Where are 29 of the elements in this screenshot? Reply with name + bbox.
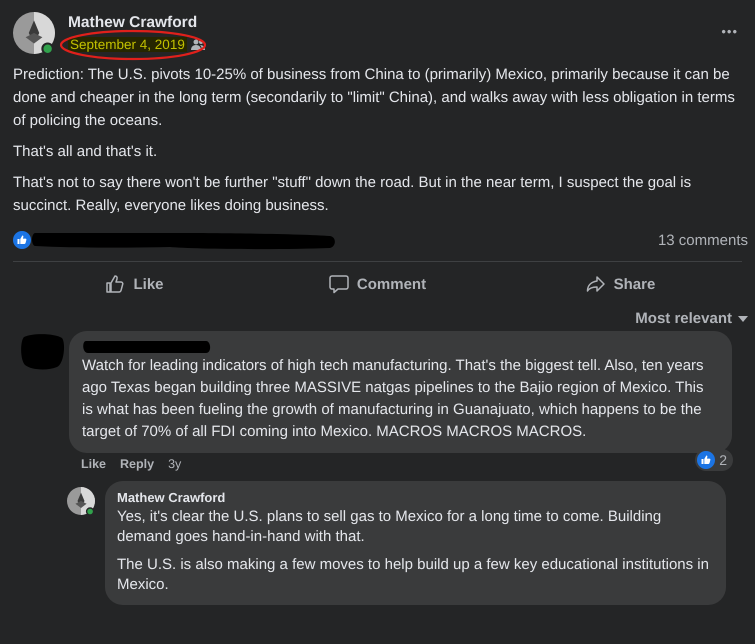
like-icon[interactable] (13, 231, 31, 249)
reaction-badge[interactable]: 2 (695, 449, 733, 471)
speech-bubble-icon (328, 274, 349, 294)
caret-icon (738, 316, 748, 322)
reaction-count: 2 (719, 452, 727, 468)
share-arrow-icon (586, 274, 606, 294)
post-text: Prediction: The U.S. pivots 10-25% of business from China to (primarily) Mexico, primarily because it can be done and cheaper in the long term (secondarily to "limit" China), and walks away with less obligation in terms of policing the oceans. (13, 65, 736, 131)
comment-action-link[interactable]: Reply (120, 457, 154, 471)
like-icon (697, 451, 716, 469)
more-options-button[interactable]: ••• (721, 24, 738, 39)
post-text: That's all and that's it. (13, 142, 158, 162)
avatar[interactable] (67, 487, 95, 515)
reply-text: Yes, it's clear the U.S. plans to sell gas to Mexico for a long time to come. Building demand goes hand-in-hand with that. (117, 507, 662, 547)
thumbs-up-icon (105, 274, 126, 294)
comment-action-link[interactable]: Like (81, 457, 106, 471)
reply-text: The U.S. is also making a few moves to help build up a few key educational institutions in Mexico. (117, 555, 710, 595)
comment-button[interactable]: Comment (256, 266, 499, 302)
comment-text: Watch for leading indicators of high tech manufacturing. That's the biggest tell. Also, ten years ago Texas began building three MASSIVE natgas pipelines to the Bajio region of Mexico. This is what has been fueling the growth of manufacturing in Guanajuato, which happens to be the target of 70% of all FDI coming into Mexico. MACROS MACROS MACROS. (82, 356, 705, 442)
author-name[interactable]: Mathew Crawford (68, 14, 205, 32)
like-button[interactable]: Like (13, 266, 256, 302)
share-button[interactable]: Share (499, 266, 742, 302)
friends-audience-icon (190, 38, 205, 50)
comment-time[interactable]: 3y (168, 457, 182, 471)
post-text: That's not to say there won't be further "stuff" down the road. But in the near term, I suspect the goal is succinct. Really, everyone likes doing business. (13, 173, 692, 216)
comments-count[interactable]: 13 comments (658, 232, 748, 248)
avatar[interactable] (13, 12, 55, 54)
post-date[interactable]: September 4, 2019 (68, 37, 187, 52)
reply-author[interactable]: Mathew Crawford (117, 490, 714, 505)
sort-dropdown[interactable]: Most relevant (13, 310, 748, 327)
